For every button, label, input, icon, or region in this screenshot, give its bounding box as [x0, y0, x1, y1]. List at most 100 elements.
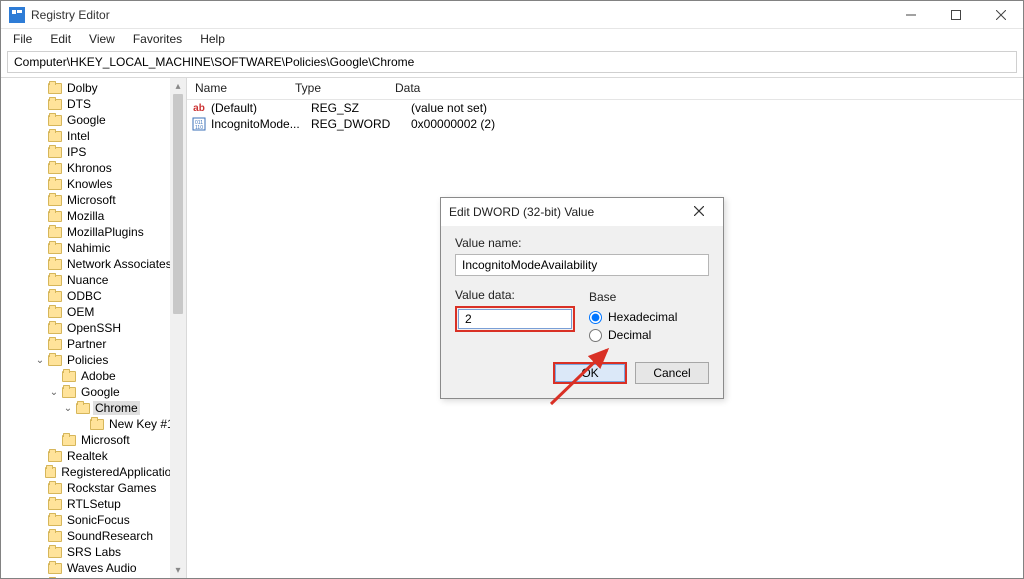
chevron-down-icon[interactable]: ⌄ — [63, 403, 73, 414]
menu-view[interactable]: View — [81, 30, 123, 48]
menu-bar: File Edit View Favorites Help — [1, 29, 1023, 49]
chevron-down-icon[interactable]: ⌄ — [35, 355, 45, 366]
table-row[interactable]: ab(Default)REG_SZ(value not set) — [187, 100, 1023, 116]
col-header-type[interactable]: Type — [287, 78, 387, 99]
folder-icon — [48, 83, 62, 94]
tree-item[interactable]: RTLSetup — [3, 496, 186, 512]
folder-icon — [76, 403, 90, 414]
tree-item[interactable]: Khronos — [3, 160, 186, 176]
tree-item[interactable]: ⌄ Chrome — [3, 400, 186, 416]
tree-item-label: RTLSetup — [65, 497, 123, 511]
tree-item[interactable]: Waves Audio — [3, 560, 186, 576]
folder-icon — [48, 243, 62, 254]
tree-item-label: Waves Audio — [65, 561, 139, 575]
menu-favorites[interactable]: Favorites — [125, 30, 190, 48]
tree-item[interactable]: Microsoft — [3, 192, 186, 208]
tree-pane: DolbyDTSGoogleIntelIPSKhronosKnowlesMicr… — [1, 78, 187, 578]
tree-item-label: ODBC — [65, 289, 104, 303]
value-data-highlight — [455, 306, 575, 332]
tree-item[interactable]: Rockstar Games — [3, 480, 186, 496]
tree-item[interactable]: OEM — [3, 304, 186, 320]
menu-help[interactable]: Help — [192, 30, 233, 48]
folder-icon — [48, 275, 62, 286]
regedit-icon — [9, 7, 25, 23]
dialog-titlebar[interactable]: Edit DWORD (32-bit) Value — [441, 198, 723, 226]
tree-item[interactable]: Knowles — [3, 176, 186, 192]
scroll-down-icon[interactable]: ▾ — [170, 562, 186, 578]
cell-data: 0x00000002 (2) — [411, 117, 1023, 131]
tree-item[interactable]: SRS Labs — [3, 544, 186, 560]
tree-item[interactable]: Realtek — [3, 448, 186, 464]
registry-editor-window: Registry Editor File Edit View Favorites… — [0, 0, 1024, 579]
menu-file[interactable]: File — [5, 30, 40, 48]
folder-icon — [62, 435, 76, 446]
tree-item[interactable]: MozillaPlugins — [3, 224, 186, 240]
tree-item-label: Windows — [65, 577, 118, 578]
cell-type: REG_SZ — [311, 101, 411, 115]
folder-icon — [48, 531, 62, 542]
tree-item[interactable]: SoundResearch — [3, 528, 186, 544]
list-header: Name Type Data — [187, 78, 1023, 100]
dialog-close-button[interactable] — [683, 205, 715, 219]
tree-item[interactable]: DTS — [3, 96, 186, 112]
radio-hexadecimal[interactable]: Hexadecimal — [589, 308, 709, 326]
folder-icon — [48, 147, 62, 158]
value-name-input[interactable] — [455, 254, 709, 276]
tree-item[interactable]: Windows — [3, 576, 186, 578]
tree-item[interactable]: Microsoft — [3, 432, 186, 448]
titlebar: Registry Editor — [1, 1, 1023, 29]
maximize-button[interactable] — [933, 1, 978, 29]
tree-item[interactable]: IPS — [3, 144, 186, 160]
tree-item[interactable]: Nuance — [3, 272, 186, 288]
tree-item-label: Policies — [65, 353, 110, 367]
cancel-button[interactable]: Cancel — [635, 362, 709, 384]
tree-item[interactable]: Network Associates — [3, 256, 186, 272]
col-header-name[interactable]: Name — [187, 78, 287, 99]
base-group: Base Hexadecimal Decimal — [589, 288, 709, 344]
minimize-button[interactable] — [888, 1, 933, 29]
registry-tree[interactable]: DolbyDTSGoogleIntelIPSKhronosKnowlesMicr… — [3, 80, 186, 578]
tree-item-label: DTS — [65, 97, 93, 111]
table-row[interactable]: 011110IncognitoMode...REG_DWORD0x0000000… — [187, 116, 1023, 132]
folder-icon — [48, 547, 62, 558]
tree-item-label: Microsoft — [65, 193, 118, 207]
folder-icon — [48, 99, 62, 110]
tree-item[interactable]: ⌄ Policies — [3, 352, 186, 368]
tree-item[interactable]: Mozilla — [3, 208, 186, 224]
address-bar[interactable]: Computer\HKEY_LOCAL_MACHINE\SOFTWARE\Pol… — [7, 51, 1017, 73]
tree-scrollbar[interactable]: ▴ ▾ — [170, 78, 186, 578]
tree-item[interactable]: ⌄ Google — [3, 384, 186, 400]
tree-item-label: SoundResearch — [65, 529, 155, 543]
radio-dec-input[interactable] — [589, 329, 602, 342]
tree-item[interactable]: Dolby — [3, 80, 186, 96]
radio-hex-input[interactable] — [589, 311, 602, 324]
value-name-label: Value name: — [455, 236, 709, 250]
tree-item[interactable]: Intel — [3, 128, 186, 144]
radio-decimal[interactable]: Decimal — [589, 326, 709, 344]
tree-item[interactable]: New Key #1 — [3, 416, 186, 432]
close-button[interactable] — [978, 1, 1023, 29]
menu-edit[interactable]: Edit — [42, 30, 79, 48]
tree-item[interactable]: Google — [3, 112, 186, 128]
tree-item[interactable]: ODBC — [3, 288, 186, 304]
tree-item[interactable]: SonicFocus — [3, 512, 186, 528]
tree-item[interactable]: Nahimic — [3, 240, 186, 256]
tree-item[interactable]: RegisteredApplications — [3, 464, 186, 480]
tree-item[interactable]: Adobe — [3, 368, 186, 384]
cell-type: REG_DWORD — [311, 117, 411, 131]
tree-item[interactable]: Partner — [3, 336, 186, 352]
chevron-down-icon[interactable]: ⌄ — [49, 387, 59, 398]
tree-item-label: Adobe — [79, 369, 118, 383]
binary-value-icon: 011110 — [191, 116, 207, 132]
tree-item-label: Google — [79, 385, 122, 399]
tree-item-label: Realtek — [65, 449, 110, 463]
folder-icon — [48, 291, 62, 302]
scroll-up-icon[interactable]: ▴ — [170, 78, 186, 94]
tree-item-label: Chrome — [93, 401, 140, 415]
folder-icon — [48, 195, 62, 206]
tree-item[interactable]: OpenSSH — [3, 320, 186, 336]
col-header-data[interactable]: Data — [387, 78, 1023, 99]
scroll-thumb[interactable] — [173, 94, 183, 314]
ok-button[interactable]: OK — [553, 362, 627, 384]
value-data-input[interactable] — [458, 309, 572, 329]
